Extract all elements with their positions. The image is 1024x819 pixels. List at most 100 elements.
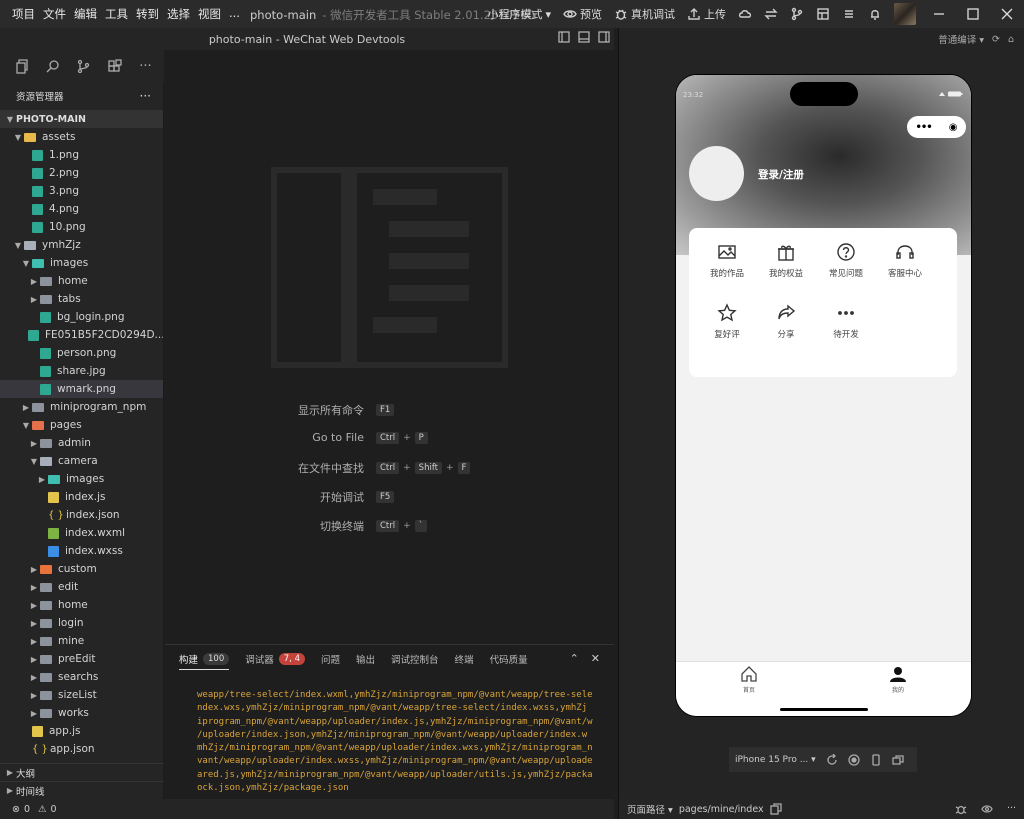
tree-folder[interactable]: ▼ images [0,254,163,272]
my-works-item[interactable]: 我的作品 [697,242,757,279]
detail-button[interactable] [810,0,836,28]
warning-icon[interactable]: ⚠ [38,804,47,815]
tree-folder[interactable]: ▶ preEdit [0,650,163,668]
tree-folder[interactable]: ▶ home [0,596,163,614]
menu-project[interactable]: 项目 [8,6,39,22]
maximize-panel-icon[interactable]: ⌃ [570,652,579,665]
close-button[interactable] [990,0,1024,28]
panel-tab[interactable]: 调试器 7, 4 [245,645,305,673]
refresh-icon[interactable]: ⟳ [992,34,1000,45]
tree-folder[interactable]: ▶ images [0,470,163,488]
notification-button[interactable] [862,0,888,28]
my-benefits-item[interactable]: 我的权益 [756,242,816,279]
todo-item[interactable]: 待开发 [816,303,876,340]
phone-icon[interactable] [870,753,882,766]
panel-tab[interactable]: 终端 [455,645,474,673]
search-tab[interactable] [37,51,68,81]
tree-folder[interactable]: ▼ assets [0,128,163,146]
panel-tab[interactable]: 构建 100 [179,645,230,673]
tree-file[interactable]: 1.png [0,146,163,164]
close-panel-icon[interactable]: ✕ [591,652,600,665]
page-path-dropdown[interactable]: 页面路径 ▾ [627,802,673,816]
timeline-section[interactable]: ▶ 时间线 [0,781,164,799]
tree-file[interactable]: { } index.json [0,506,163,524]
menu-view[interactable]: 视图 [194,6,225,22]
toggle-sidebar-icon[interactable] [558,31,570,43]
toggle-panel-icon[interactable] [578,31,590,43]
toggle-secondary-icon[interactable] [598,31,610,43]
tree-file[interactable]: 10.png [0,218,163,236]
tree-folder[interactable]: ▶ miniprogram_npm [0,398,163,416]
device-selector[interactable]: iPhone 15 Pro ... ▾ [735,755,816,765]
capsule-menu[interactable]: ••• ◉ [907,116,966,138]
upload-button[interactable]: 上传 [681,0,732,28]
tree-folder[interactable]: ▶ works [0,704,163,722]
tree-file[interactable]: 4.png [0,200,163,218]
profile-avatar[interactable] [689,146,744,201]
error-count[interactable]: 0 [24,804,30,815]
source-control-tab[interactable] [68,51,99,81]
version-button[interactable] [784,0,810,28]
menu-edit[interactable]: 编辑 [70,6,101,22]
tree-file[interactable]: wmark.png [0,380,163,398]
tree-folder[interactable]: ▶ custom [0,560,163,578]
more-icon[interactable]: ··· [1007,803,1016,815]
tree-file[interactable]: person.png [0,344,163,362]
record-icon[interactable] [848,753,860,766]
customer-service-item[interactable]: 客服中心 [875,242,935,279]
project-header[interactable]: ▼ PHOTO-MAIN [0,110,163,128]
mode-dropdown[interactable]: 小程序模式 ▾ [481,0,557,28]
eye-icon[interactable] [981,803,993,815]
cloud-button[interactable] [732,0,758,28]
minimize-button[interactable] [922,0,956,28]
tree-file[interactable]: app.js [0,722,163,740]
tree-folder[interactable]: ▼ ymhZjz [0,236,163,254]
tree-folder[interactable]: ▶ edit [0,578,163,596]
tree-file[interactable]: share.jpg [0,362,163,380]
device-debug-button[interactable]: 真机调试 [608,0,681,28]
more-menu-button[interactable] [836,0,862,28]
panel-tab[interactable]: 输出 [356,645,375,673]
extensions-tab[interactable] [99,51,130,81]
explorer-tab[interactable] [6,51,37,81]
menu-goto[interactable]: 转到 [132,6,163,22]
tab-mine[interactable]: 我的 [878,665,918,694]
compile-mode-dropdown[interactable]: 普通编译 ▾ [938,32,984,46]
outline-section[interactable]: ▶ 大纲 [0,763,164,781]
tree-folder[interactable]: ▶ sizeList [0,686,163,704]
tree-file[interactable]: 2.png [0,164,163,182]
panel-tab[interactable]: 调试控制台 [391,645,439,673]
tab-home[interactable]: 首页 [729,665,769,694]
menu-tools[interactable]: 工具 [101,6,132,22]
preview-button[interactable]: 预览 [557,0,608,28]
user-avatar[interactable] [894,3,916,25]
tree-file[interactable]: index.js [0,488,163,506]
warning-count[interactable]: 0 [51,804,57,815]
panel-tab[interactable]: 代码质量 [490,645,528,673]
panel-tab[interactable]: 问题 [321,645,340,673]
tree-folder[interactable]: ▶ admin [0,434,163,452]
clear-cache-icon[interactable]: ⌂ [1008,34,1014,45]
tree-folder[interactable]: ▼ pages [0,416,163,434]
menu-select[interactable]: 选择 [163,6,194,22]
tree-file[interactable]: index.wxml [0,524,163,542]
share-item[interactable]: 分享 [756,303,816,340]
login-register-link[interactable]: 登录/注册 [758,167,804,182]
faq-item[interactable]: 常见问题 [816,242,876,279]
tree-file[interactable]: 3.png [0,182,163,200]
good-review-item[interactable]: 复好评 [697,303,757,340]
rotate-icon[interactable] [826,753,838,766]
detach-window-icon[interactable] [892,754,904,766]
explorer-more-icon[interactable]: ··· [140,89,151,103]
more-tab[interactable]: ··· [130,51,161,81]
tree-file[interactable]: FE051B5F2CD0294D... [0,326,163,344]
menu-file[interactable]: 文件 [39,6,70,22]
tree-folder[interactable]: ▶ searchs [0,668,163,686]
tree-file[interactable]: bg_login.png [0,308,163,326]
menu-more[interactable]: ... [225,6,244,22]
tree-folder[interactable]: ▶ home [0,272,163,290]
tree-folder[interactable]: ▶ tabs [0,290,163,308]
error-icon[interactable]: ⊗ [12,804,20,815]
tree-file[interactable]: { } app.json [0,740,163,758]
maximize-button[interactable] [956,0,990,28]
